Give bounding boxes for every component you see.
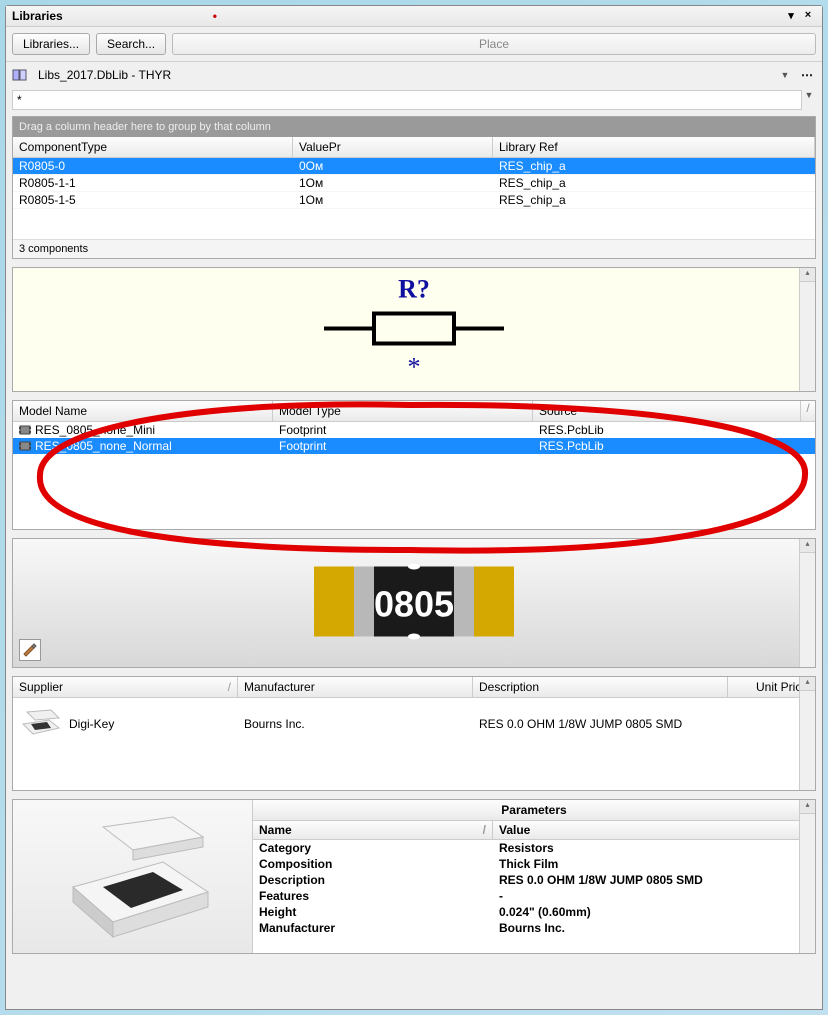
table-row[interactable]: R0805-1-5 1Ом RES_chip_a — [13, 192, 815, 209]
components-grid-body: R0805-0 0Ом RES_chip_a R0805-1-1 1Ом RES… — [13, 158, 815, 239]
titlebar: Libraries • ▾ × — [6, 6, 822, 27]
footprint-icon — [19, 440, 31, 452]
model-name: RES_0805_none_Normal — [35, 439, 172, 453]
col-modelname[interactable]: Model Name — [13, 401, 273, 421]
components-grid-header: ComponentType ValuePr Library Ref — [13, 137, 815, 158]
supplier-description: RES 0.0 OHM 1/8W JUMP 0805 SMD — [473, 717, 728, 731]
filter-row: * ▼ — [6, 88, 822, 112]
scroll-up-icon[interactable]: ▴ — [800, 800, 815, 814]
chevron-down-icon[interactable]: ▼ — [778, 70, 792, 80]
models-grid-header: Model Name Model Type Source / — [13, 401, 815, 422]
chevron-down-icon[interactable]: ▼ — [802, 90, 816, 110]
table-row[interactable]: RES_0805_none_Mini Footprint RES.PcbLib — [13, 422, 815, 438]
panel-title: Libraries — [12, 9, 63, 23]
table-row[interactable]: R0805-1-1 1Ом RES_chip_a — [13, 175, 815, 192]
modified-indicator: • — [213, 9, 217, 23]
library-selector-row: Libs_2017.DbLib - THYR ▼ ⋯ — [6, 62, 822, 88]
col-param-name[interactable]: Name / — [253, 821, 493, 839]
schematic-preview[interactable]: R? * ▴ — [12, 267, 816, 392]
library-icon — [12, 68, 28, 82]
table-row[interactable]: ManufacturerBourns Inc. — [253, 920, 815, 936]
models-grid-body: RES_0805_none_Mini Footprint RES.PcbLib … — [13, 422, 815, 454]
table-row[interactable]: RES_0805_none_Normal Footprint RES.PcbLi… — [13, 438, 815, 454]
models-grid: Model Name Model Type Source / RES_0805_… — [12, 400, 816, 530]
col-componenttype[interactable]: ComponentType — [13, 137, 293, 157]
configure-icon[interactable] — [19, 639, 41, 661]
model-name: RES_0805_none_Mini — [35, 423, 155, 437]
component-icon — [19, 708, 63, 740]
filter-input[interactable]: * — [12, 90, 802, 110]
svg-text:0805: 0805 — [374, 584, 454, 625]
parameters-body: CategoryResistors CompositionThick Film … — [253, 840, 815, 953]
supplier-grid-header: Supplier / Manufacturer Description Unit… — [13, 677, 815, 698]
parameters-panel: Parameters Name / Value CategoryResistor… — [12, 799, 816, 954]
col-valuepr[interactable]: ValuePr — [293, 137, 493, 157]
table-row[interactable]: CompositionThick Film — [253, 856, 815, 872]
table-row[interactable]: CategoryResistors — [253, 840, 815, 856]
components-count: 3 components — [13, 239, 815, 258]
components-grid: Drag a column header here to group by th… — [12, 116, 816, 259]
scroll-up-icon[interactable]: ▴ — [800, 268, 815, 282]
col-description[interactable]: Description — [473, 677, 728, 697]
col-libraryref[interactable]: Library Ref — [493, 137, 815, 157]
group-by-hint[interactable]: Drag a column header here to group by th… — [13, 117, 815, 137]
supplier-grid: Supplier / Manufacturer Description Unit… — [12, 676, 816, 791]
libraries-button[interactable]: Libraries... — [12, 33, 90, 55]
toolbar: Libraries... Search... Place — [6, 27, 822, 62]
parameters-scrollbar[interactable]: ▴ — [799, 800, 815, 953]
search-button[interactable]: Search... — [96, 33, 166, 55]
footprint-icon — [19, 424, 31, 436]
comment-text: * — [408, 352, 421, 381]
supplier-name: Digi-Key — [69, 717, 114, 731]
footprint-3d: 0805 — [309, 557, 519, 650]
manufacturer-name: Bourns Inc. — [238, 717, 473, 731]
preview-scrollbar[interactable]: ▴ — [799, 539, 815, 667]
col-modeltype[interactable]: Model Type — [273, 401, 533, 421]
library-settings-button[interactable]: ⋯ — [798, 68, 816, 82]
library-dropdown[interactable]: Libs_2017.DbLib - THYR — [34, 66, 772, 84]
table-row[interactable]: DescriptionRES 0.0 OHM 1/8W JUMP 0805 SM… — [253, 872, 815, 888]
col-param-value[interactable]: Value — [493, 821, 815, 839]
place-button[interactable]: Place — [172, 33, 816, 55]
libraries-panel: Libraries • ▾ × Libraries... Search... P… — [5, 5, 823, 1010]
col-manufacturer[interactable]: Manufacturer — [238, 677, 473, 697]
parameters-header: Name / Value — [253, 821, 815, 840]
footprint-preview[interactable]: 0805 ▴ — [12, 538, 816, 668]
table-row[interactable]: Height0.024" (0.60mm) — [253, 904, 815, 920]
designator-text: R? — [398, 274, 430, 303]
parameters-title: Parameters — [253, 800, 815, 821]
schematic-symbol: R? * — [304, 273, 524, 386]
scroll-up-icon[interactable]: ▴ — [800, 539, 815, 553]
close-icon[interactable]: × — [800, 9, 816, 23]
supplier-scrollbar[interactable]: ▴ — [799, 677, 815, 790]
col-supplier[interactable]: Supplier / — [13, 677, 238, 697]
table-row[interactable]: R0805-0 0Ом RES_chip_a — [13, 158, 815, 175]
col-source[interactable]: Source — [533, 401, 801, 421]
sort-indicator: / — [801, 401, 815, 421]
parameters-3d-preview[interactable] — [13, 800, 253, 953]
table-row[interactable]: Digi-Key Bourns Inc. RES 0.0 OHM 1/8W JU… — [13, 698, 815, 750]
preview-scrollbar[interactable]: ▴ — [799, 268, 815, 391]
table-row[interactable]: Features- — [253, 888, 815, 904]
scroll-up-icon[interactable]: ▴ — [800, 677, 815, 691]
pin-icon[interactable]: ▾ — [783, 9, 799, 23]
